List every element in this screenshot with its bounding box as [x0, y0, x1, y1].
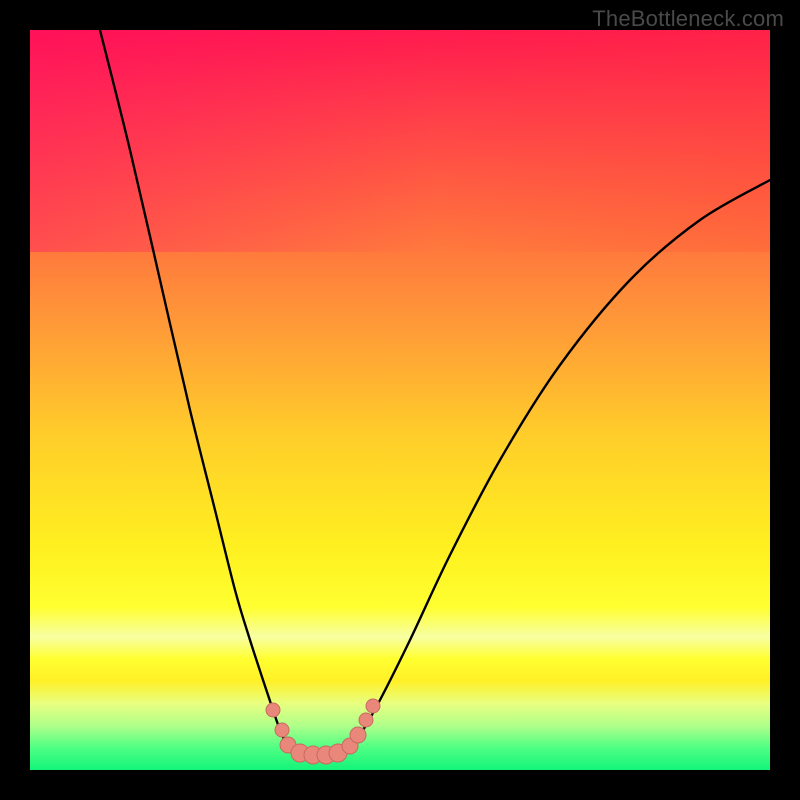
valley-marker: [266, 703, 280, 717]
valley-marker: [350, 727, 366, 743]
chart-frame: TheBottleneck.com: [0, 0, 800, 800]
watermark-text: TheBottleneck.com: [592, 6, 784, 32]
valley-markers: [266, 699, 380, 764]
curve-layer: [30, 30, 770, 770]
bottleneck-curve: [100, 30, 770, 755]
valley-marker: [275, 723, 289, 737]
valley-marker: [359, 713, 373, 727]
valley-marker: [366, 699, 380, 713]
